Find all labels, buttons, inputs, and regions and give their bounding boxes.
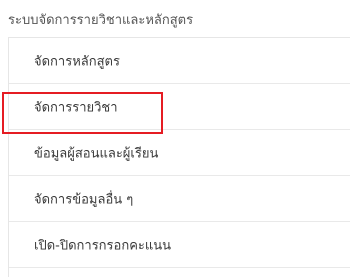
- menu-item-label: จัดการรายวิชา: [34, 100, 118, 115]
- menu-list: จัดการหลักสูตร จัดการรายวิชา ข้อมูลผู้สอ…: [8, 37, 350, 277]
- menu-item-toggle-score-entry[interactable]: เปิด-ปิดการกรอกคะแนน: [9, 222, 350, 268]
- menu-item-other-data[interactable]: จัดการข้อมูลอื่น ๆ: [9, 176, 350, 222]
- menu-item-label: ข้อมูลผู้สอนและผู้เรียน: [34, 146, 159, 161]
- section-title: ระบบจัดการรายวิชาและหลักสูตร: [8, 13, 194, 28]
- menu-item-label: จัดการข้อมูลอื่น ๆ: [34, 192, 134, 207]
- menu-item-label: จัดการหลักสูตร: [34, 54, 120, 69]
- menu-item-manage-courses[interactable]: จัดการรายวิชา: [9, 84, 350, 130]
- menu-item-label: เปิด-ปิดการกรอกคะแนน: [34, 238, 172, 253]
- menu-item-instructors-students[interactable]: ข้อมูลผู้สอนและผู้เรียน: [9, 130, 350, 176]
- menu-item-manage-curriculum[interactable]: จัดการหลักสูตร: [9, 38, 350, 84]
